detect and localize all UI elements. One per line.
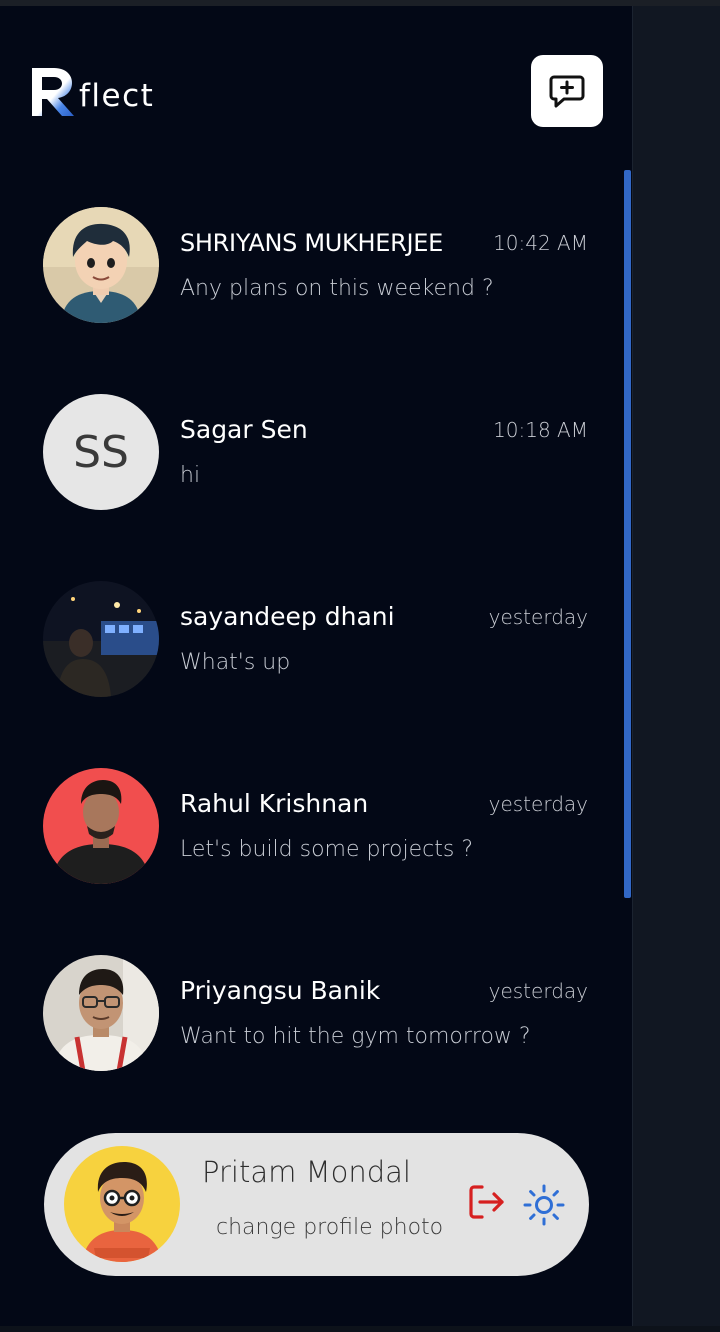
- chat-name: sayandeep dhani: [180, 602, 395, 631]
- change-profile-photo-link[interactable]: change profile photo: [216, 1213, 443, 1243]
- chat-time: 10:18 AM: [493, 418, 588, 442]
- app-window: flect SHRIYANS MUKHERJEE 10:42 AM Any pl…: [0, 0, 720, 1332]
- avatar-initials: SS: [43, 394, 159, 510]
- chat-preview: Let's build some projects ?: [180, 837, 473, 862]
- chat-preview: Any plans on this weekend ?: [180, 276, 494, 301]
- new-message-icon: [549, 75, 585, 108]
- avatar: [43, 955, 159, 1071]
- chat-time: yesterday: [488, 605, 588, 629]
- chat-name: SHRIYANS MUKHERJEE: [180, 229, 443, 257]
- profile-avatar[interactable]: [64, 1146, 180, 1262]
- avatar: [43, 768, 159, 884]
- profile-name: Pritam Mondal: [202, 1155, 411, 1189]
- chat-list-scrollbar[interactable]: [624, 170, 632, 898]
- chat-item-rahul[interactable]: Rahul Krishnan yesterday Let's build som…: [0, 768, 620, 898]
- chat-preview: Want to hit the gym tomorrow ?: [180, 1024, 531, 1049]
- chat-item-priyangsu[interactable]: Priyangsu Banik yesterday Want to hit th…: [0, 955, 620, 1085]
- avatar-glasses-photo: [43, 955, 159, 1071]
- logout-button[interactable]: [466, 1181, 508, 1223]
- chat-time: yesterday: [488, 792, 588, 816]
- logout-icon: [469, 1185, 504, 1219]
- avatar-red-background-photo: [43, 768, 159, 884]
- settings-button[interactable]: [522, 1183, 566, 1227]
- chat-sidebar: flect SHRIYANS MUKHERJEE 10:42 AM Any pl…: [0, 6, 632, 1332]
- settings-sun-icon: [523, 1184, 565, 1226]
- logo-r-mark: [32, 68, 74, 116]
- chat-time: yesterday: [488, 979, 588, 1003]
- avatar-illustrated-boy: [43, 207, 159, 323]
- avatar-cartoon-man: [64, 1146, 180, 1262]
- scrollbar-thumb[interactable]: [624, 170, 631, 898]
- chat-name: Sagar Sen: [180, 415, 308, 444]
- chat-name: Priyangsu Banik: [180, 976, 381, 1005]
- chat-preview: What's up: [180, 650, 291, 675]
- bottom-edge: [0, 1326, 720, 1332]
- chat-time: 10:42 AM: [493, 231, 588, 255]
- avatar: [43, 207, 159, 323]
- app-logo: flect: [28, 62, 154, 118]
- new-chat-button[interactable]: [531, 55, 603, 127]
- logo-wordmark: flect: [79, 78, 155, 114]
- chat-item-sayandeep[interactable]: sayandeep dhani yesterday What's up: [0, 581, 620, 711]
- chat-preview: hi: [180, 463, 201, 488]
- avatar-night-street-photo: [43, 581, 159, 697]
- chat-name: Rahul Krishnan: [180, 789, 369, 818]
- conversation-pane: [632, 6, 720, 1332]
- profile-card: Pritam Mondal change profile photo: [44, 1133, 589, 1276]
- avatar: [43, 581, 159, 697]
- chat-item-shriyans[interactable]: SHRIYANS MUKHERJEE 10:42 AM Any plans on…: [0, 207, 620, 337]
- chat-item-sagar[interactable]: SS Sagar Sen 10:18 AM hi: [0, 394, 620, 524]
